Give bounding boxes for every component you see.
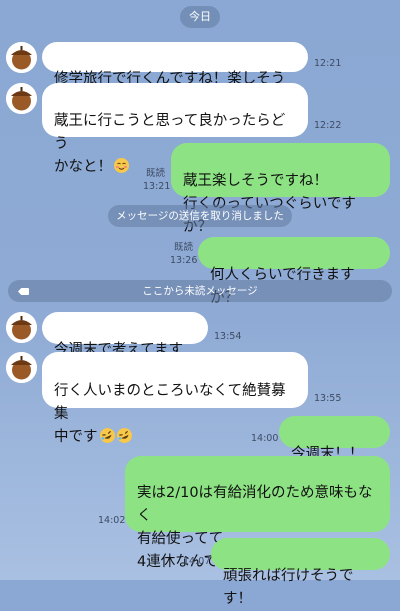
acorn-avatar-icon: [6, 83, 37, 114]
message-time: 12:22: [314, 120, 342, 131]
unread-divider: ここから未読メッセージ: [8, 280, 392, 302]
message-bubble[interactable]: 今週末！！: [279, 416, 390, 483]
rofl-face-icon: [114, 425, 134, 446]
avatar[interactable]: [6, 312, 37, 343]
tag-icon: [18, 288, 29, 295]
message-time: 13:54: [214, 331, 242, 342]
avatar[interactable]: [6, 83, 37, 114]
acorn-avatar-icon: [6, 312, 37, 343]
smiling-face-icon: [114, 158, 129, 173]
message-time: 14:07: [183, 556, 211, 567]
message-bubble[interactable]: 修学旅行で行くんですね！楽しそう: [42, 42, 308, 108]
message-bubble[interactable]: 行く人いまのところいなくて絶賛募集 中です: [42, 352, 308, 446]
date-label: 今日: [180, 6, 220, 28]
avatar[interactable]: [6, 352, 37, 383]
message-bubble[interactable]: 蔵王楽しそうですね！ 行くのっていつぐらいですか？: [171, 143, 390, 235]
message-time: 13:21: [143, 181, 171, 192]
message-bubble[interactable]: 何人くらいで行きますか？: [198, 237, 390, 306]
rofl-face-icon: [97, 425, 117, 446]
message-bubble[interactable]: 実は2/10は有給消化のため意味もなく 有給使ってて 4連休なんですよね: [125, 456, 390, 570]
message-time: 14:02: [98, 515, 126, 526]
unread-divider-label: ここから未読メッセージ: [142, 285, 258, 297]
message-text: 頑張れば行けそうです！: [223, 568, 354, 607]
acorn-avatar-icon: [6, 352, 37, 383]
message-time: 13:26: [170, 255, 198, 266]
message-time: 13:55: [314, 393, 342, 404]
message-bubble[interactable]: 今週末で考えてます: [42, 312, 208, 379]
system-notice: メッセージの送信を取り消しました: [108, 205, 292, 227]
read-receipt: 既読: [174, 242, 194, 253]
message-bubble[interactable]: 頑張れば行けそうです！: [211, 538, 390, 607]
avatar[interactable]: [6, 42, 37, 73]
message-bubble[interactable]: 蔵王に行こうと思って良かったらどう かなと！: [42, 83, 308, 175]
acorn-avatar-icon: [6, 42, 37, 73]
read-receipt: 既読: [146, 168, 166, 179]
message-time: 14:00: [251, 433, 279, 444]
message-time: 12:21: [314, 58, 342, 69]
